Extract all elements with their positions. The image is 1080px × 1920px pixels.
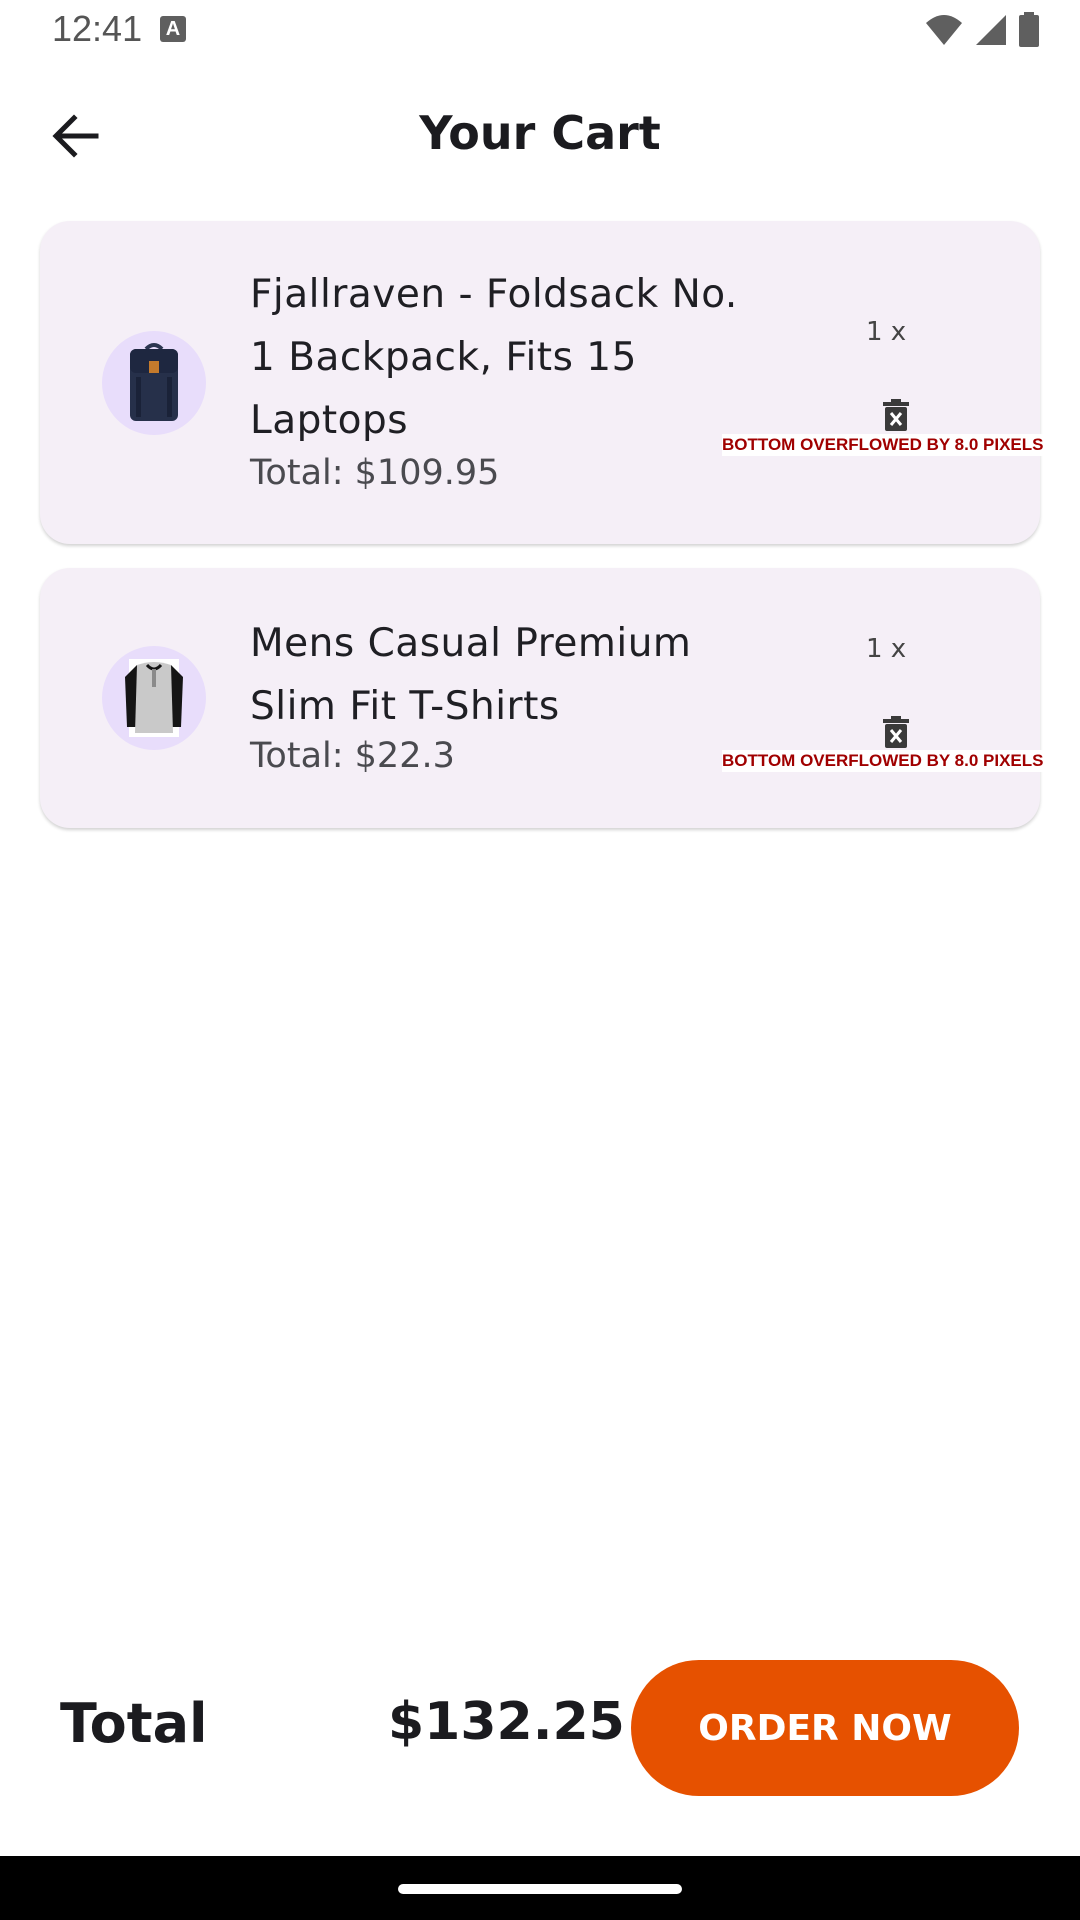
- status-icons: [924, 12, 1040, 48]
- overflow-warning: BOTTOM OVERFLOWED BY 8.0 PIXELS: [722, 434, 1070, 456]
- delete-button[interactable]: [878, 395, 914, 435]
- total-amount: $132.25: [388, 1692, 625, 1752]
- app-bar: Your Cart: [0, 80, 1080, 192]
- product-total: Total: $22.3: [250, 736, 455, 776]
- system-nav-bar: [0, 1856, 1080, 1920]
- page-title: Your Cart: [419, 106, 661, 160]
- home-handle[interactable]: [398, 1884, 682, 1894]
- overflow-warning: BOTTOM OVERFLOWED BY 8.0 PIXELS: [722, 750, 1070, 772]
- delete-button[interactable]: [878, 712, 914, 752]
- status-time: 12:41: [52, 8, 143, 49]
- quantity-label: 1 x: [866, 634, 907, 664]
- order-now-button[interactable]: ORDER NOW: [631, 1660, 1019, 1796]
- battery-icon: [1019, 12, 1039, 47]
- tshirt-image: [125, 659, 183, 737]
- delete-icon: [883, 716, 909, 748]
- quantity-label: 1 x: [866, 317, 907, 347]
- cell-signal-icon: [976, 15, 1006, 45]
- notification-icon: A: [160, 16, 186, 42]
- product-name: Mens Casual Premium Slim Fit T-Shirts: [250, 621, 692, 729]
- backpack-image: [130, 343, 178, 421]
- product-thumbnail: [102, 646, 206, 750]
- status-bar: 12:41 A: [0, 0, 1080, 64]
- total-label: Total: [60, 1692, 208, 1755]
- wifi-icon: [926, 15, 962, 45]
- cart-item-card: Fjallraven - Foldsack No. 1 Backpack, Fi…: [40, 221, 1070, 544]
- product-thumbnail: [102, 331, 206, 435]
- delete-icon: [883, 399, 909, 431]
- cart-item-card: Mens Casual Premium Slim Fit T-Shirts To…: [40, 568, 1070, 828]
- product-name: Fjallraven - Foldsack No. 1 Backpack, Fi…: [250, 272, 738, 443]
- product-total: Total: $109.95: [250, 453, 500, 493]
